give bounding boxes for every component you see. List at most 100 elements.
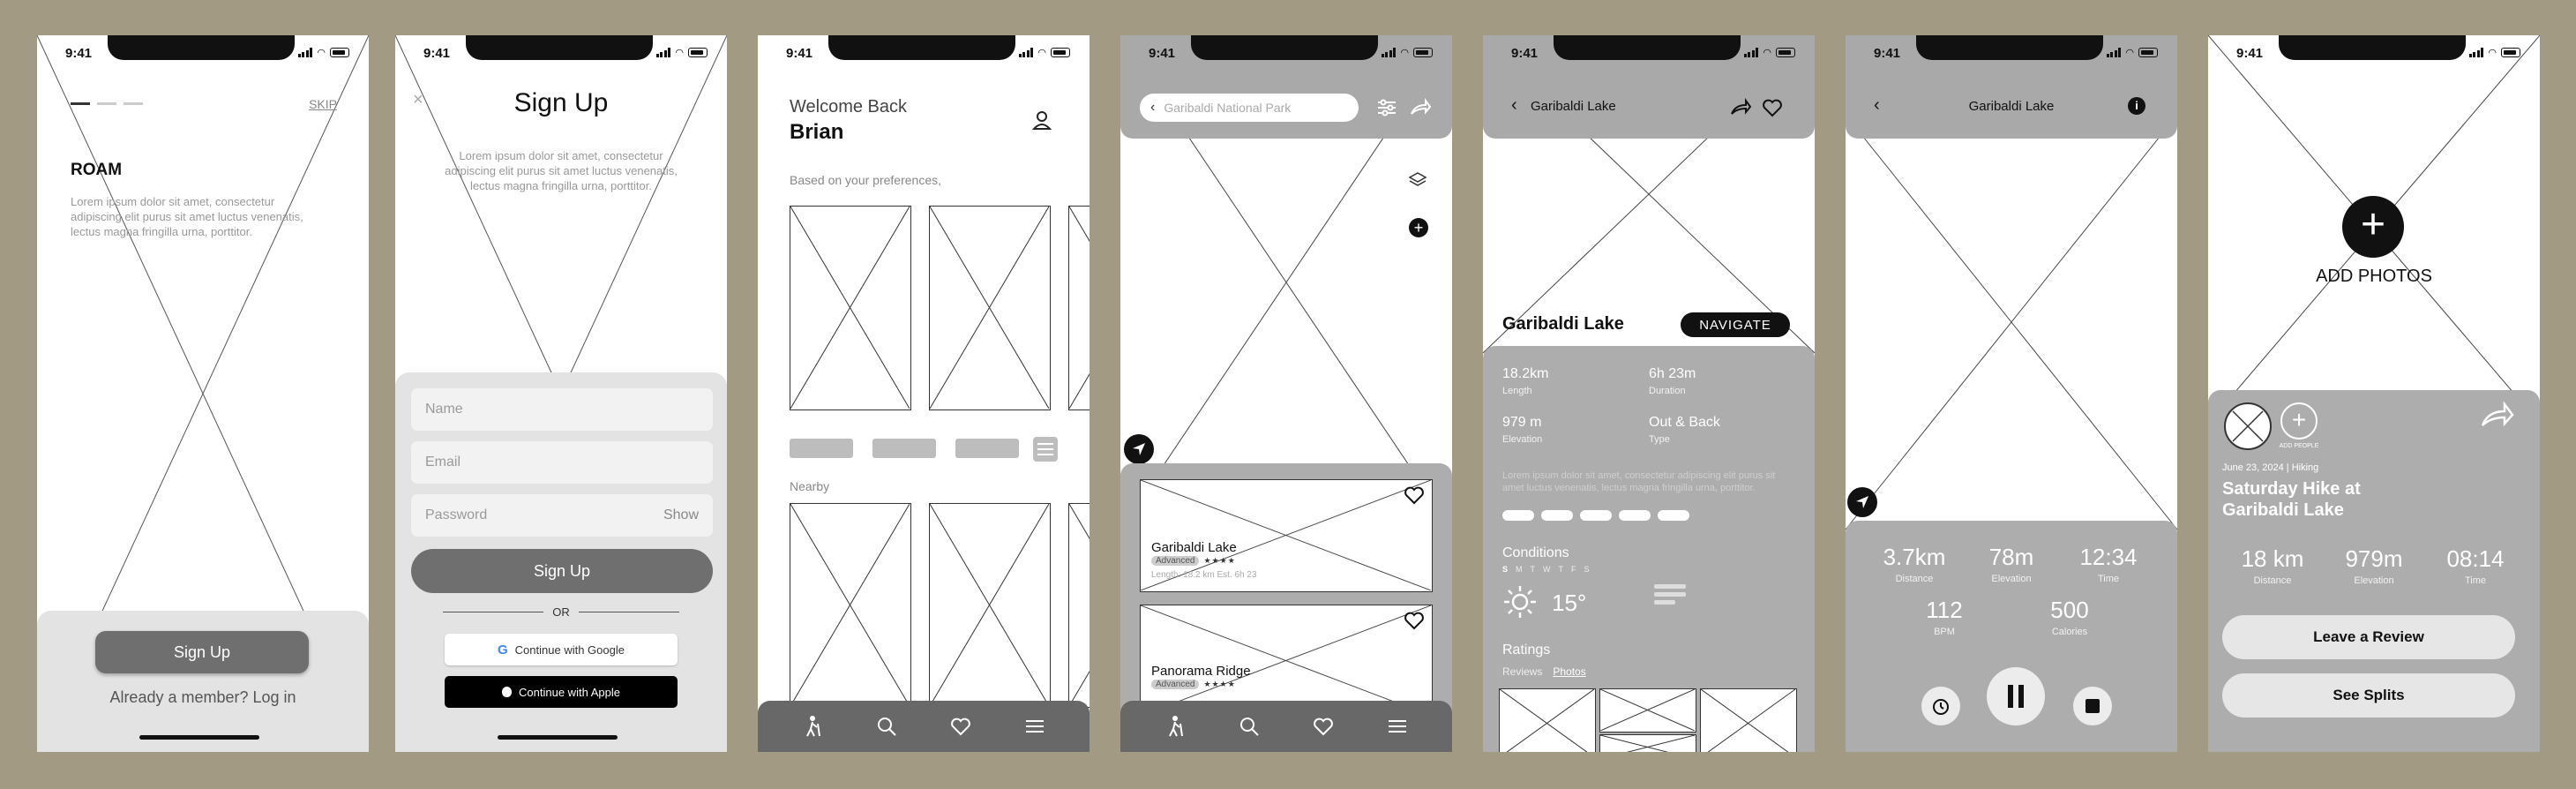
- photo-thumb[interactable]: [1700, 688, 1797, 752]
- tab-reviews[interactable]: Reviews: [1502, 665, 1542, 678]
- stat-elevation: 78m Elevation: [1988, 544, 2034, 584]
- tag-chip[interactable]: [1619, 510, 1651, 521]
- battery-icon: [1413, 48, 1433, 57]
- navigate-button[interactable]: NAVIGATE: [1681, 312, 1790, 337]
- heart-icon[interactable]: [1762, 98, 1783, 117]
- status-bar: 9:41 ◠: [395, 46, 727, 61]
- show-password-toggle[interactable]: Show: [663, 507, 699, 523]
- google-icon: G: [498, 642, 508, 658]
- header-title: Garibaldi Lake: [1531, 99, 1616, 114]
- stat-distance: 18 km Distance: [2241, 545, 2304, 586]
- skip-link[interactable]: SKIP: [309, 97, 337, 111]
- stat-calories: 500 Calories: [2050, 597, 2089, 637]
- tag-chip[interactable]: [1541, 510, 1573, 521]
- wifi-icon: ◠: [2125, 48, 2134, 58]
- pause-icon: [2008, 685, 2013, 708]
- heart-icon[interactable]: [1404, 485, 1425, 505]
- add-people-button[interactable]: +: [2280, 402, 2318, 440]
- filter-chip[interactable]: [790, 439, 853, 458]
- nearby-card-placeholder[interactable]: [790, 503, 911, 708]
- google-button[interactable]: G Continue with Google: [445, 634, 678, 665]
- weekday-selector: SMTWTFS: [1502, 565, 1590, 574]
- wifi-icon: ◠: [2488, 48, 2497, 58]
- photo-thumb[interactable]: [1499, 688, 1596, 752]
- tag-chip[interactable]: [1502, 510, 1534, 521]
- nearby-card-placeholder[interactable]: [1068, 503, 1090, 708]
- back-icon[interactable]: ‹: [1150, 100, 1155, 116]
- share-icon[interactable]: [1410, 98, 1431, 117]
- trail-card-placeholder[interactable]: [929, 206, 1051, 410]
- signup-button[interactable]: Sign Up: [95, 631, 309, 673]
- stat-elevation: 979m Elevation: [2345, 545, 2403, 586]
- info-icon[interactable]: i: [2128, 97, 2145, 115]
- tab-menu[interactable]: [1017, 709, 1052, 744]
- photo-thumb[interactable]: [1599, 734, 1696, 752]
- stat-type: Out & Back Type: [1649, 415, 1720, 445]
- tab-favorites[interactable]: [943, 709, 978, 744]
- stat-duration: 6h 23m Duration: [1649, 366, 1696, 396]
- intro-text: Lorem ipsum dolor sit amet, consectetur …: [71, 195, 303, 238]
- locate-icon[interactable]: [1847, 487, 1877, 517]
- login-link[interactable]: Already a member? Log in: [37, 688, 369, 707]
- leave-review-button[interactable]: Leave a Review: [2222, 615, 2515, 659]
- tab-hike[interactable]: [1157, 709, 1193, 744]
- filter-chip[interactable]: [955, 439, 1019, 458]
- signal-icon: [1018, 48, 1034, 57]
- pause-button[interactable]: [1987, 667, 2045, 725]
- stat-time: 08:14 Time: [2446, 545, 2505, 586]
- tab-search[interactable]: [1232, 709, 1267, 744]
- signup-submit-button[interactable]: Sign Up: [411, 549, 713, 593]
- tag-chip[interactable]: [1658, 510, 1689, 521]
- welcome-text: Welcome Back: [790, 97, 908, 116]
- avatar[interactable]: [2224, 402, 2272, 450]
- or-divider: OR: [443, 605, 679, 619]
- sun-icon: [1504, 586, 1536, 618]
- tag-chip[interactable]: [1580, 510, 1612, 521]
- password-field[interactable]: Password Show: [411, 494, 713, 537]
- status-time: 9:41: [2236, 46, 2264, 61]
- apple-button[interactable]: Continue with Apple: [445, 676, 678, 708]
- page-title: Sign Up: [513, 88, 609, 117]
- trail-detail-screen: 9:41 ◠ ‹ Garibaldi Lake Garibaldi Lake N…: [1483, 35, 1815, 752]
- lap-timer-button[interactable]: [1921, 687, 1960, 725]
- ratings-heading: Ratings: [1502, 642, 1551, 658]
- share-icon[interactable]: [1730, 98, 1751, 117]
- status-time: 9:41: [423, 46, 451, 61]
- battery-icon: [688, 48, 708, 57]
- search-input[interactable]: ‹ Garibaldi National Park: [1140, 94, 1359, 122]
- locate-icon[interactable]: [1124, 434, 1154, 464]
- status-bar: 9:41 ◠: [1846, 46, 2177, 61]
- tab-hike[interactable]: [795, 709, 830, 744]
- see-splits-button[interactable]: See Splits: [2222, 673, 2515, 718]
- tab-search[interactable]: [869, 709, 904, 744]
- layers-icon[interactable]: [1408, 170, 1427, 190]
- rating-stars: ★★★★: [1203, 680, 1236, 688]
- name-field[interactable]: Name: [411, 388, 713, 431]
- back-icon[interactable]: ‹: [1511, 95, 1517, 116]
- tab-photos[interactable]: Photos: [1553, 665, 1585, 678]
- trail-card-placeholder[interactable]: [1068, 206, 1090, 410]
- share-icon[interactable]: [2480, 401, 2515, 431]
- profile-icon[interactable]: [1031, 109, 1052, 131]
- add-photos-label: ADD PHOTOS: [2316, 267, 2432, 286]
- nearby-card-placeholder[interactable]: [929, 503, 1051, 708]
- filter-settings-icon[interactable]: [1033, 437, 1058, 462]
- status-time: 9:41: [786, 46, 813, 61]
- tracking-screen: 9:41 ◠ ‹ Garibaldi Lake i 3.7km Distance …: [1846, 35, 2177, 752]
- add-photos-button[interactable]: +: [2342, 196, 2404, 258]
- status-time: 9:41: [65, 46, 93, 61]
- stat-elevation: 979 m Elevation: [1502, 415, 1543, 445]
- tab-menu[interactable]: [1380, 709, 1415, 744]
- difficulty-badge: Advanced ★★★★: [1151, 680, 1236, 689]
- photo-thumb[interactable]: [1599, 688, 1696, 733]
- filter-icon[interactable]: [1376, 98, 1397, 117]
- email-field[interactable]: Email: [411, 441, 713, 484]
- add-waypoint-icon[interactable]: +: [1409, 218, 1428, 237]
- stop-button[interactable]: [2073, 687, 2112, 725]
- tab-favorites[interactable]: [1306, 709, 1341, 744]
- result-card[interactable]: Garibaldi Lake Advanced ★★★★ Length: 18.…: [1140, 479, 1433, 592]
- heart-icon[interactable]: [1404, 611, 1425, 630]
- trail-card-placeholder[interactable]: [790, 206, 911, 410]
- filter-chip[interactable]: [872, 439, 936, 458]
- wifi-icon: ◠: [675, 48, 684, 58]
